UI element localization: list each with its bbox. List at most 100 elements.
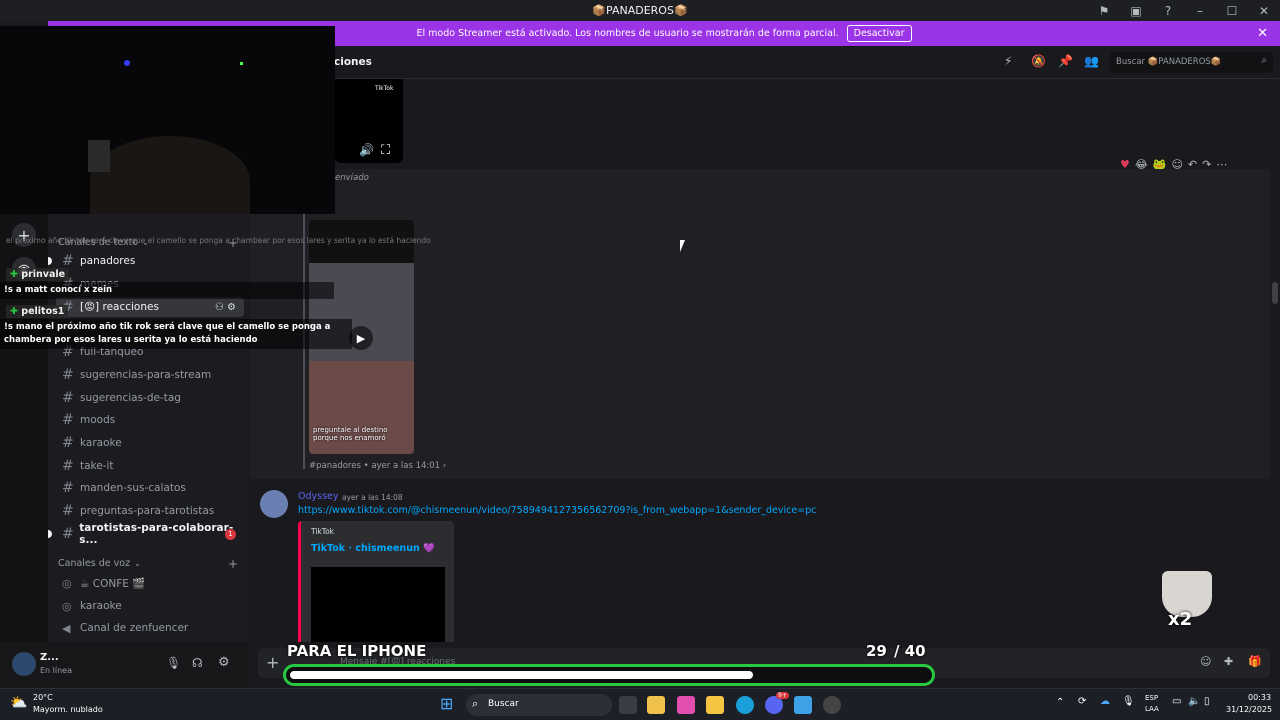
video-player[interactable]: TikTok 🔊 ⛶	[335, 79, 403, 163]
minimize-button[interactable]: –	[1184, 0, 1216, 21]
clock-date[interactable]: 31/12/2025	[1226, 705, 1272, 714]
sticker-multiplier: x2	[1168, 609, 1193, 630]
window-titlebar: 📦PANADEROS📦 ⚑ ▣ ? – ☐ ✕	[0, 0, 1280, 21]
link-embed: TikTok TikTok · chismeenun 💜	[298, 521, 454, 642]
obs-icon[interactable]	[823, 696, 841, 714]
message-link[interactable]: https://www.tiktok.com/@chismeenun/video…	[298, 505, 816, 516]
upload-icon[interactable]: +	[266, 653, 279, 672]
window-title: 📦PANADEROS📦	[592, 4, 688, 17]
copilot-icon[interactable]	[677, 696, 695, 714]
play-icon[interactable]: ▶	[349, 326, 373, 350]
inbox-flag-icon[interactable]: ⚑	[1088, 0, 1120, 21]
unread-badge: 1	[225, 528, 236, 540]
channel-sugerencias-tag[interactable]: # sugerencias-de-tag	[56, 388, 244, 408]
edge-icon[interactable]	[736, 696, 754, 714]
overlay-message-2: !s mano el próximo año tik rok será clav…	[0, 319, 352, 349]
radio-icon: ◎	[62, 576, 72, 590]
avatar[interactable]	[12, 652, 36, 676]
goal-total: / 40	[894, 642, 926, 660]
channel-sugerencias-stream[interactable]: # sugerencias-para-stream	[56, 365, 244, 385]
tiktok-watermark: TikTok	[375, 85, 394, 92]
channel-tarotistas-colaborar[interactable]: # tarotistas-para-colaborar-s... 1	[48, 522, 244, 546]
gift-icon[interactable]: 🎁	[1248, 655, 1262, 668]
channel-header-title: ciones	[334, 56, 372, 68]
cloud-icon[interactable]: ☁	[1100, 696, 1110, 707]
channel-moods[interactable]: # moods	[56, 410, 244, 430]
inbox-icon[interactable]: ▣	[1120, 0, 1152, 21]
volume-tray-icon[interactable]: 🔈	[1188, 696, 1200, 707]
overlay-user-1: ✚ prinvale	[6, 268, 70, 281]
tray-chevron-icon[interactable]: ⌃	[1056, 697, 1064, 708]
deactivate-button[interactable]: Desactivar	[846, 25, 912, 42]
task-view-icon[interactable]	[619, 696, 637, 714]
notifications-icon[interactable]: 🔕	[1031, 54, 1046, 68]
channel-reacciones[interactable]: #[😡] reacciones ⚇ ⚙	[56, 297, 244, 317]
embed-provider: TikTok	[311, 527, 335, 536]
overlay-bg-text: el próximo año tik tok será clave que el…	[6, 236, 431, 245]
threads-icon[interactable]: ⚡	[1004, 54, 1012, 68]
user-settings-icon[interactable]: ⚙	[218, 655, 230, 670]
banner-close-icon[interactable]: ✕	[1257, 26, 1268, 41]
maximize-button[interactable]: ☐	[1216, 0, 1248, 21]
channel-manden-sus-calatos[interactable]: # manden-sus-calatos	[56, 478, 244, 498]
forwarded-label: enviado	[335, 173, 369, 183]
start-icon[interactable]: ⊞	[440, 694, 453, 713]
video-caption: preguntale al destino porque nos enamoró	[313, 426, 388, 442]
search-icon: ⌕	[1261, 55, 1267, 66]
input-lang-1[interactable]: ESP	[1145, 694, 1158, 702]
voice-channel-zenfuencer[interactable]: ◀ Canal de zenfuencer	[56, 618, 244, 638]
fullscreen-icon[interactable]: ⛶	[381, 143, 390, 158]
goal-count: 29	[866, 642, 887, 660]
embed-title[interactable]: TikTok · chismeenun 💜	[311, 543, 435, 554]
light-dot	[240, 62, 243, 65]
message-author[interactable]: Odyssey	[298, 491, 339, 502]
goal-progress-fill	[290, 671, 753, 679]
emoji-icon[interactable]: ☺	[1200, 655, 1211, 668]
weather-desc[interactable]: Mayorm. nublado	[33, 705, 103, 714]
voice-channel-confe[interactable]: ◎ ☕ CONFE 🎬	[56, 573, 244, 593]
battery-icon[interactable]: ▯	[1204, 696, 1210, 707]
voice-channel-karaoke[interactable]: ◎ karaoke	[56, 596, 244, 616]
forward-source[interactable]: #panadores • ayer a las 14:01 ›	[309, 461, 446, 471]
clock-time[interactable]: 00:33	[1248, 693, 1271, 702]
close-window-button[interactable]: ✕	[1248, 0, 1280, 21]
volume-icon[interactable]: 🔊	[359, 143, 374, 157]
voice-channels-category[interactable]: Canales de voz ⌄ +	[58, 557, 238, 571]
add-voice-channel-icon[interactable]: +	[228, 557, 238, 571]
channel-panadores[interactable]: # panadores	[48, 251, 244, 271]
apps-icon[interactable]: ✚	[1224, 655, 1233, 668]
input-lang-2[interactable]: LAA	[1145, 705, 1159, 713]
headphones-icon[interactable]: ☊	[192, 656, 203, 670]
webcam-overlay	[0, 26, 335, 214]
weather-temp[interactable]: 20°C	[33, 693, 53, 702]
user-panel: Z... En línea 🎙 ☊ ⚙	[0, 642, 250, 688]
mouse-cursor	[680, 240, 685, 252]
channel-preguntas-tarotistas[interactable]: # preguntas-para-tarotistas	[56, 501, 244, 521]
channel-take-it[interactable]: # take-it	[56, 456, 244, 476]
network-icon[interactable]: ▭	[1172, 696, 1181, 707]
microphone-icon[interactable]: 🎙	[166, 656, 181, 670]
pin-icon[interactable]: 📌	[1058, 54, 1073, 68]
username: Z...	[40, 652, 59, 663]
user-status: En línea	[40, 666, 73, 675]
mic-tray-icon[interactable]: 🎙	[1122, 696, 1135, 707]
channel-karaoke[interactable]: # karaoke	[56, 433, 244, 453]
help-icon[interactable]: ?	[1152, 0, 1184, 21]
file-explorer-icon[interactable]	[706, 696, 724, 714]
discord-badge: 9+	[776, 692, 789, 699]
message-list: TikTok 🔊 ⛶ ♥ 😂 🐸 ☺ ↶ ↷ ⋯ enviado ▶ pregu…	[250, 79, 1270, 642]
scrollbar[interactable]	[1270, 79, 1280, 642]
embed-thumbnail[interactable]	[311, 567, 445, 642]
message-timestamp: ayer a las 14:08	[342, 493, 403, 502]
app-icon[interactable]	[794, 696, 812, 714]
author-avatar[interactable]	[260, 490, 288, 518]
search-input[interactable]: Buscar 📦PANADEROS📦 ⌕	[1110, 52, 1273, 73]
overlay-user-2: ✚ pelitos1	[6, 305, 69, 318]
goal-progress-bar	[283, 664, 935, 686]
weather-icon[interactable]: ⛅	[10, 695, 27, 711]
members-icon[interactable]: 👥	[1084, 54, 1099, 68]
store-icon[interactable]	[647, 696, 665, 714]
invite-settings-icons[interactable]: ⚇ ⚙	[215, 302, 236, 313]
sync-icon[interactable]: ⟳	[1078, 696, 1086, 707]
taskbar-search[interactable]: ⌕ Buscar	[466, 694, 612, 716]
